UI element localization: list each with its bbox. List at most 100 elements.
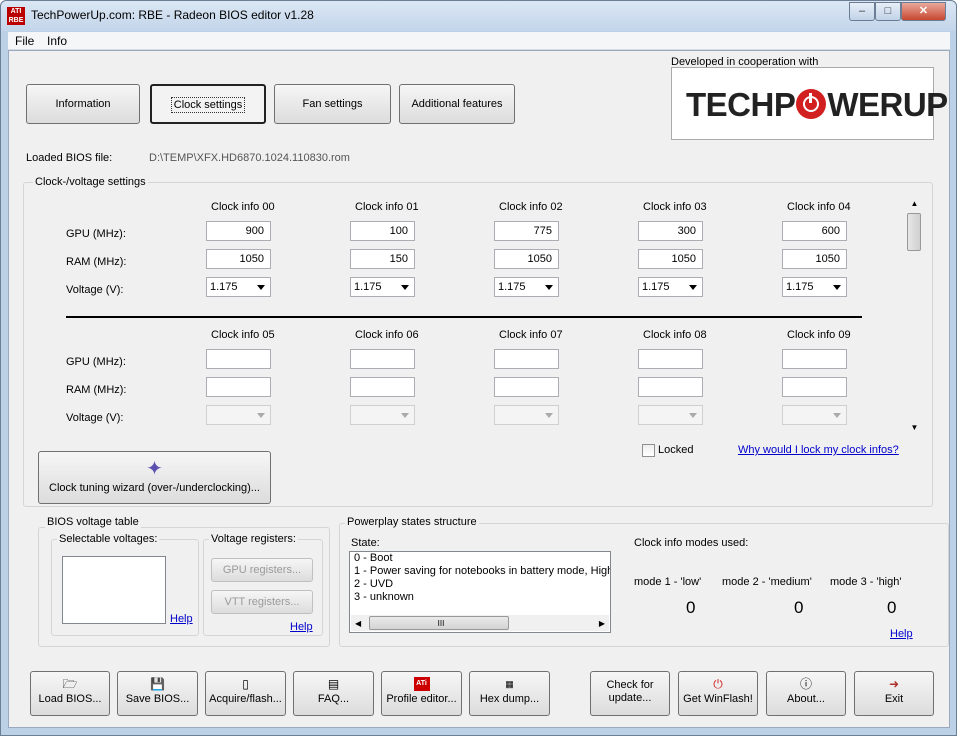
document-icon: ▤ xyxy=(327,677,340,691)
techpowerup-logo[interactable]: TECHP WERUP xyxy=(671,67,948,140)
minimize-button[interactable]: – xyxy=(849,2,875,21)
clock-info-title: Clock info 09 xyxy=(787,329,851,341)
clock-info-title: Clock info 01 xyxy=(355,201,419,213)
menu-file[interactable]: File xyxy=(15,34,34,48)
tab-label: Fan settings xyxy=(302,98,363,110)
vtt-registers-button[interactable]: VTT registers... xyxy=(211,590,313,614)
tab-additional-features[interactable]: Additional features xyxy=(399,84,515,124)
exit-button[interactable]: ➜ Exit xyxy=(854,671,934,716)
help-link-voltages[interactable]: Help xyxy=(170,613,193,625)
clock-info-title: Clock info 08 xyxy=(643,329,707,341)
get-winflash-button[interactable]: ⏻ Get WinFlash! xyxy=(678,671,758,716)
title-bar[interactable]: ATI RBE TechPowerUp.com: RBE - Radeon BI… xyxy=(1,1,956,31)
ram-clock-field[interactable] xyxy=(638,377,703,397)
voltage-select[interactable]: 1.175 xyxy=(638,277,703,297)
ram-clock-field[interactable]: 1050 xyxy=(206,249,271,269)
acquire-flash-button[interactable]: ▯ Acquire/flash... xyxy=(205,671,286,716)
state-item[interactable]: 0 - Boot xyxy=(350,552,610,565)
close-button[interactable]: ✕ xyxy=(901,2,946,21)
voltage-registers-label: Voltage registers: xyxy=(209,533,298,545)
menu-info[interactable]: Info xyxy=(47,34,67,48)
loaded-bios-path: D:\TEMP\XFX.HD6870.1024.110830.rom xyxy=(149,152,350,164)
clock-scrollbar[interactable]: ▲ ▼ xyxy=(906,197,923,435)
scroll-up-icon[interactable]: ▲ xyxy=(906,197,923,211)
voltage-select[interactable]: 1.175 xyxy=(782,277,847,297)
info-icon: ⓘ xyxy=(799,677,812,691)
lock-help-link[interactable]: Why would I lock my clock infos? xyxy=(738,444,899,456)
hex-icon: ▦ xyxy=(505,679,514,689)
ram-clock-field[interactable] xyxy=(494,377,559,397)
state-item[interactable]: 2 - UVD xyxy=(350,578,610,591)
gpu-clock-field[interactable] xyxy=(494,349,559,369)
state-item[interactable]: 3 - unknown xyxy=(350,591,610,604)
gpu-clock-field[interactable] xyxy=(782,349,847,369)
tab-fan-settings[interactable]: Fan settings xyxy=(274,84,391,124)
voltage-value: 1.175 xyxy=(642,281,670,293)
exit-label: Exit xyxy=(884,693,904,705)
gpu-registers-button[interactable]: GPU registers... xyxy=(211,558,313,582)
tab-label: Information xyxy=(55,98,111,110)
ram-clock-field[interactable] xyxy=(782,377,847,397)
voltage-select[interactable] xyxy=(782,405,847,425)
voltage-select[interactable] xyxy=(350,405,415,425)
ram-clock-field[interactable]: 1050 xyxy=(638,249,703,269)
folder-icon: 🗁 xyxy=(62,677,78,691)
profile-editor-button[interactable]: ATi Profile editor... xyxy=(381,671,462,716)
ram-clock-field[interactable]: 1050 xyxy=(494,249,559,269)
power-icon: ⏻ xyxy=(713,677,723,691)
gpu-clock-field[interactable]: 100 xyxy=(350,221,415,241)
voltage-row-label: Voltage (V): xyxy=(66,412,124,424)
voltage-select[interactable]: 1.175 xyxy=(494,277,559,297)
gpu-clock-field[interactable]: 900 xyxy=(206,221,271,241)
chevron-down-icon xyxy=(689,285,697,290)
ram-clock-field[interactable] xyxy=(206,377,271,397)
voltage-select[interactable] xyxy=(638,405,703,425)
hscroll-thumb[interactable]: III xyxy=(369,616,509,630)
separator-line xyxy=(66,316,862,318)
voltage-select[interactable] xyxy=(206,405,271,425)
hex-dump-button[interactable]: ▦ Hex dump... xyxy=(469,671,550,716)
chevron-down-icon xyxy=(689,413,697,418)
logo-text-end: WERUP xyxy=(827,86,948,123)
scroll-left-icon[interactable]: ◀ xyxy=(355,617,361,630)
gpu-clock-field[interactable]: 300 xyxy=(638,221,703,241)
maximize-button[interactable]: □ xyxy=(875,2,901,21)
clock-wizard-button[interactable]: ✦ Clock tuning wizard (over-/underclocki… xyxy=(38,451,271,504)
scroll-thumb[interactable] xyxy=(907,213,921,251)
gpu-clock-field[interactable]: 775 xyxy=(494,221,559,241)
voltage-select[interactable]: 1.175 xyxy=(206,277,271,297)
scroll-down-icon[interactable]: ▼ xyxy=(906,421,923,435)
help-link-registers[interactable]: Help xyxy=(290,621,313,633)
load-bios-button[interactable]: 🗁 Load BIOS... xyxy=(30,671,110,716)
about-button[interactable]: ⓘ About... xyxy=(766,671,846,716)
bios-voltage-title: BIOS voltage table xyxy=(45,516,141,528)
tab-clock-settings[interactable]: Clock settings xyxy=(150,84,266,124)
gpu-clock-field[interactable]: 600 xyxy=(782,221,847,241)
locked-checkbox[interactable] xyxy=(642,444,655,457)
gpu-clock-field[interactable] xyxy=(350,349,415,369)
voltage-select[interactable] xyxy=(494,405,559,425)
help-link-powerplay[interactable]: Help xyxy=(890,628,913,640)
ram-clock-field[interactable]: 1050 xyxy=(782,249,847,269)
check-update-button[interactable]: Check for update... xyxy=(590,671,670,716)
selectable-voltages-list[interactable] xyxy=(62,556,166,624)
chevron-down-icon xyxy=(545,285,553,290)
load-bios-label: Load BIOS... xyxy=(38,693,102,705)
ram-clock-field[interactable] xyxy=(350,377,415,397)
faq-button[interactable]: ▤ FAQ... xyxy=(293,671,374,716)
gpu-clock-field[interactable] xyxy=(206,349,271,369)
voltage-select[interactable]: 1.175 xyxy=(350,277,415,297)
selectable-voltages-label: Selectable voltages: xyxy=(57,533,160,545)
chevron-down-icon xyxy=(833,413,841,418)
clock-info-title: Clock info 03 xyxy=(643,201,707,213)
gpu-clock-field[interactable] xyxy=(638,349,703,369)
save-bios-button[interactable]: 💾 Save BIOS... xyxy=(117,671,198,716)
scroll-right-icon[interactable]: ▶ xyxy=(599,617,605,630)
menu-bar: File Info xyxy=(8,32,950,50)
tab-information[interactable]: Information xyxy=(26,84,140,124)
state-item[interactable]: 1 - Power saving for notebooks in batter… xyxy=(350,565,610,578)
ram-clock-field[interactable]: 150 xyxy=(350,249,415,269)
hex-dump-label: Hex dump... xyxy=(479,693,540,705)
state-hscrollbar[interactable]: ◀ III ▶ xyxy=(351,615,609,631)
state-list[interactable]: 0 - Boot 1 - Power saving for notebooks … xyxy=(349,551,611,633)
